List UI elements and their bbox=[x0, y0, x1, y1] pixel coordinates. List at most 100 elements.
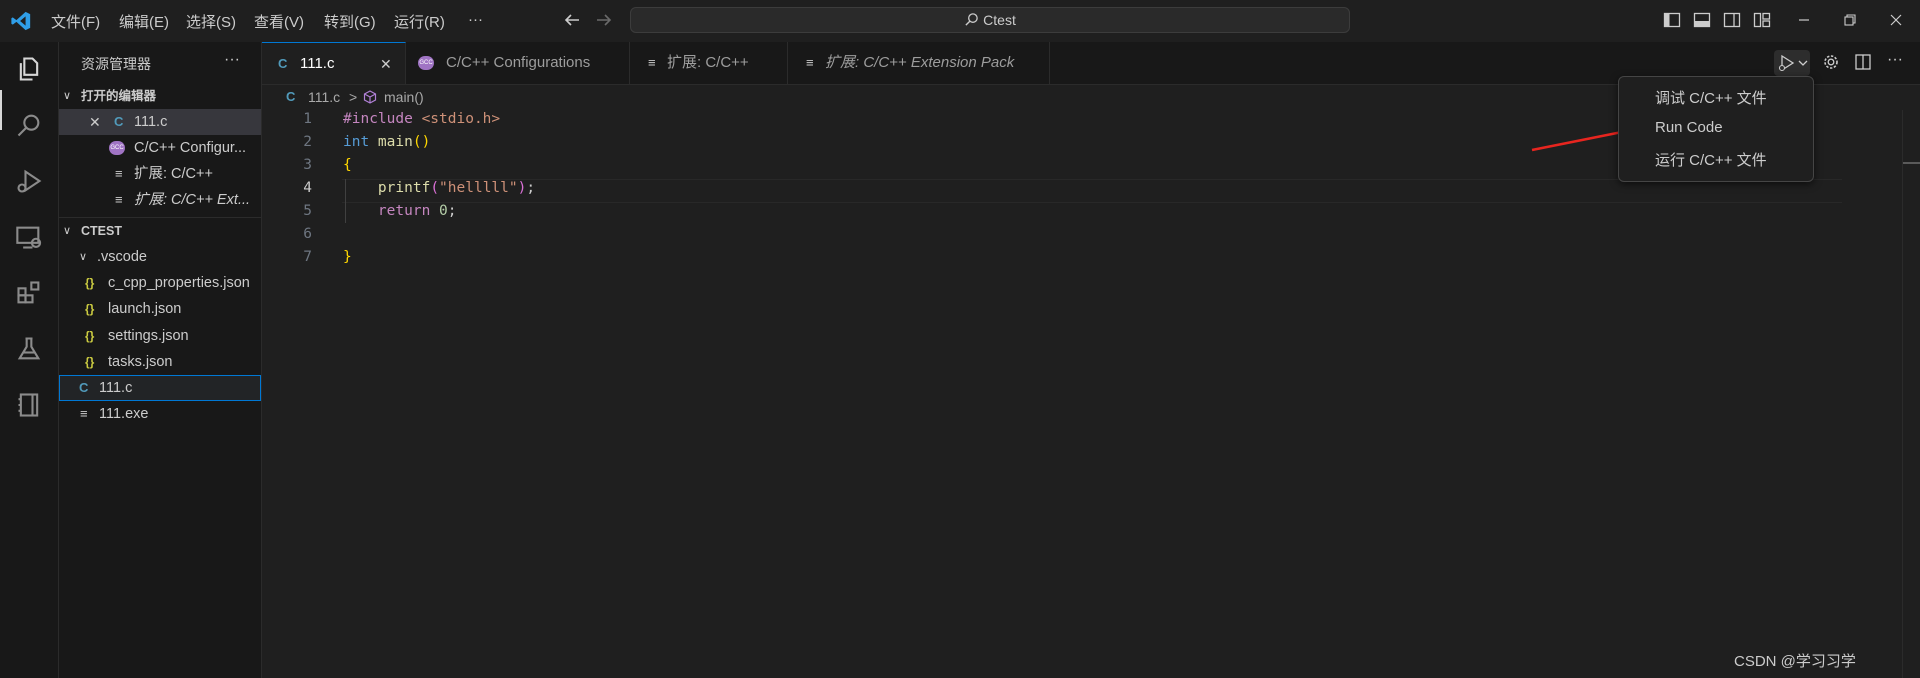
file-item[interactable]: {} c_cpp_properties.json bbox=[59, 270, 261, 296]
menu-edit[interactable]: 编辑(E) bbox=[119, 11, 169, 32]
folder-label: .vscode bbox=[97, 249, 147, 265]
tab-extension-cpp[interactable]: ≡ 扩展: C/C++ bbox=[630, 42, 788, 84]
toggle-primary-sidebar-icon[interactable] bbox=[1662, 10, 1682, 30]
open-editors-header: 打开的编辑器 bbox=[81, 89, 157, 103]
search-view-icon[interactable] bbox=[12, 108, 46, 142]
function-call: printf bbox=[377, 180, 431, 196]
close-icon[interactable]: ✕ bbox=[380, 43, 392, 85]
open-paren: ( bbox=[430, 180, 440, 196]
sidebar-title: 资源管理器 bbox=[81, 56, 151, 72]
menu-more[interactable]: ··· bbox=[468, 11, 483, 28]
vertical-scrollbar[interactable] bbox=[1902, 110, 1920, 678]
restore-icon[interactable] bbox=[1840, 10, 1860, 30]
menu-item-debug-cpp[interactable]: 调试 C/C++ 文件 bbox=[1655, 87, 1767, 108]
chevron-down-icon: ∨ bbox=[63, 90, 72, 102]
file-item[interactable]: {} tasks.json bbox=[59, 349, 261, 375]
preprocessor-directive: #include bbox=[343, 111, 413, 127]
run-dropdown-button[interactable] bbox=[1774, 50, 1810, 76]
tab-111-c[interactable]: C 111.c ✕ bbox=[262, 42, 406, 84]
c-file-icon: C bbox=[114, 114, 124, 129]
code-line: #include <stdio.h> bbox=[343, 111, 500, 127]
run-and-debug-icon[interactable] bbox=[12, 164, 46, 198]
sidebar-more-icon[interactable]: ··· bbox=[224, 51, 240, 69]
forward-arrow-icon[interactable] bbox=[594, 10, 614, 30]
code-line: int main() bbox=[343, 134, 430, 150]
open-editors-section-header[interactable]: ∨ 打开的编辑器 bbox=[59, 83, 261, 109]
code-editor[interactable]: 1 2 3 4 5 6 7 #include <stdio.h> int mai… bbox=[262, 110, 1920, 678]
menu-go[interactable]: 转到(G) bbox=[324, 11, 376, 32]
file-label: settings.json bbox=[108, 328, 189, 344]
line-number: 7 bbox=[303, 249, 312, 265]
tab-cpp-configurations[interactable]: GCC C/C++ Configurations bbox=[406, 42, 630, 84]
tab-label: C/C++ Configurations bbox=[446, 54, 591, 71]
close-icon[interactable]: ✕ bbox=[89, 109, 101, 135]
open-editor-item[interactable]: ≡ 扩展: C/C++ Ext... bbox=[59, 187, 261, 213]
c-file-icon: C bbox=[286, 89, 296, 104]
project-section-header[interactable]: ∨ CTEST bbox=[59, 218, 261, 244]
tab-extension-pack[interactable]: ≡ 扩展: C/C++ Extension Pack bbox=[788, 42, 1050, 84]
line-number: 4 bbox=[303, 180, 312, 196]
file-item[interactable]: {} settings.json bbox=[59, 323, 261, 349]
remote-explorer-icon[interactable] bbox=[12, 220, 46, 254]
back-arrow-icon[interactable] bbox=[562, 10, 582, 30]
file-label: launch.json bbox=[108, 301, 182, 317]
more-actions-icon[interactable]: ··· bbox=[1887, 51, 1903, 69]
active-view-indicator bbox=[0, 90, 2, 130]
open-editor-label: 111.c bbox=[134, 114, 168, 130]
gcc-icon: GCC bbox=[418, 56, 434, 70]
semicolon: ; bbox=[526, 180, 536, 196]
type-keyword: int bbox=[343, 134, 370, 150]
toggle-secondary-sidebar-icon[interactable] bbox=[1722, 10, 1742, 30]
open-editor-label: 扩展: C/C++ Ext... bbox=[134, 192, 251, 208]
toggle-panel-icon[interactable] bbox=[1692, 10, 1712, 30]
command-center-search[interactable]: Ctest bbox=[630, 7, 1350, 33]
file-item[interactable]: {} launch.json bbox=[59, 296, 261, 322]
document-icon: ≡ bbox=[115, 192, 123, 207]
parentheses: () bbox=[412, 134, 431, 150]
menu-item-run-cpp[interactable]: 运行 C/C++ 文件 bbox=[1655, 149, 1767, 170]
breadcrumb-file[interactable]: 111.c bbox=[308, 84, 340, 110]
chevron-down-icon: ∨ bbox=[63, 225, 72, 237]
json-file-icon: {} bbox=[85, 329, 95, 343]
folder-item[interactable]: ∨ .vscode bbox=[59, 244, 261, 270]
file-item[interactable]: ≡ 111.exe bbox=[59, 401, 261, 427]
run-dropdown-menu: 调试 C/C++ 文件 Run Code 运行 C/C++ 文件 bbox=[1618, 76, 1814, 182]
line-number: 1 bbox=[303, 111, 312, 127]
tab-label: 扩展: C/C++ Extension Pack bbox=[825, 54, 1015, 71]
watermark: CSDN @学习习学 bbox=[1734, 653, 1856, 670]
json-file-icon: {} bbox=[85, 355, 95, 369]
gear-icon[interactable] bbox=[1822, 53, 1842, 73]
gcc-icon: GCC bbox=[109, 141, 125, 155]
split-editor-icon[interactable] bbox=[1854, 53, 1874, 73]
title-bar: 文件(F) 编辑(E) 选择(S) 查看(V) 转到(G) 运行(R) ··· … bbox=[0, 0, 1920, 43]
open-editor-item[interactable]: GCC C/C++ Configur... bbox=[59, 135, 261, 161]
file-item-selected[interactable]: C 111.c bbox=[59, 375, 261, 401]
close-window-icon[interactable] bbox=[1886, 10, 1906, 30]
file-label: tasks.json bbox=[108, 354, 173, 370]
menu-view[interactable]: 查看(V) bbox=[254, 11, 304, 32]
line-number: 2 bbox=[303, 134, 312, 150]
open-editor-label: 扩展: C/C++ bbox=[134, 166, 213, 182]
close-brace: } bbox=[343, 249, 352, 265]
string-literal: "helllll" bbox=[439, 180, 518, 196]
document-icon: ≡ bbox=[806, 55, 814, 70]
notebook-icon[interactable] bbox=[12, 388, 46, 422]
customize-layout-icon[interactable] bbox=[1752, 10, 1772, 30]
activity-bar bbox=[0, 42, 59, 678]
breadcrumb-symbol[interactable]: main() bbox=[384, 84, 424, 110]
open-editor-item[interactable]: ✕ C 111.c bbox=[59, 109, 261, 135]
testing-icon[interactable] bbox=[12, 332, 46, 366]
minimize-icon[interactable] bbox=[1794, 10, 1814, 30]
extensions-icon[interactable] bbox=[12, 276, 46, 310]
open-editor-item[interactable]: ≡ 扩展: C/C++ bbox=[59, 161, 261, 187]
open-brace: { bbox=[343, 157, 352, 173]
project-header: CTEST bbox=[81, 224, 122, 238]
menu-file[interactable]: 文件(F) bbox=[51, 11, 100, 32]
menu-selection[interactable]: 选择(S) bbox=[186, 11, 236, 32]
function-name: main bbox=[369, 134, 413, 150]
menu-item-run-code[interactable]: Run Code bbox=[1655, 119, 1723, 136]
explorer-icon[interactable] bbox=[12, 52, 46, 86]
document-icon: ≡ bbox=[115, 166, 123, 181]
menu-run[interactable]: 运行(R) bbox=[394, 11, 445, 32]
